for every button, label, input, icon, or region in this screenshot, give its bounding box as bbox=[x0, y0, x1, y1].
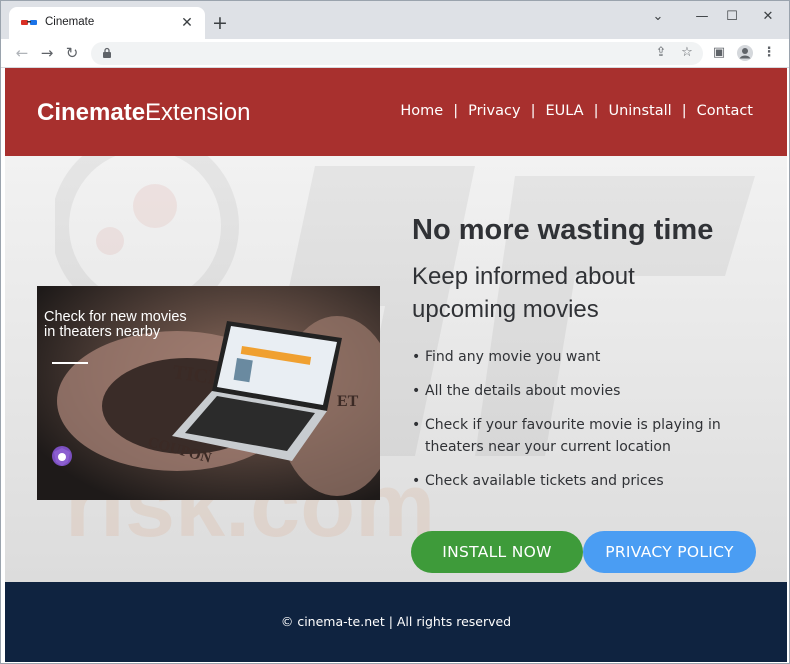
hero-section: risk.com TICKET COUPON ET Check for new … bbox=[5, 156, 787, 582]
site-header: CinemateExtension Home | Privacy | EULA | Unin… bbox=[5, 68, 787, 156]
profile-icon[interactable] bbox=[735, 43, 755, 63]
glasses-favicon-icon bbox=[21, 20, 37, 25]
star-icon[interactable]: ☆ bbox=[677, 43, 697, 63]
feature-item: Check available tickets and prices bbox=[412, 470, 752, 492]
sidepanel-icon[interactable]: ▣ bbox=[709, 43, 729, 63]
brand-bold: Cinemate bbox=[37, 99, 146, 126]
feature-item: Check if your favourite movie is playing… bbox=[412, 414, 752, 458]
new-tab-button[interactable]: + bbox=[208, 11, 232, 35]
nav-uninstall[interactable]: Uninstall bbox=[608, 103, 671, 119]
feature-list: Find any movie you want All the details … bbox=[412, 346, 752, 504]
feature-item: All the details about movies bbox=[412, 380, 752, 402]
browser-window: Cinemate ✕ + ⌄ — ☐ ✕ ← → ↻ ⇪ ☆ ▣ ⋮ Cinem… bbox=[0, 0, 790, 664]
nav-separator: | bbox=[453, 103, 459, 119]
site-footer: © cinema-te.net | All rights reserved bbox=[5, 582, 787, 662]
promo-caption: Check for new movies in theaters nearby bbox=[44, 309, 187, 340]
tab-close-icon[interactable]: ✕ bbox=[177, 13, 197, 33]
tab-title: Cinemate bbox=[45, 16, 95, 28]
nav-contact[interactable]: Contact bbox=[697, 103, 753, 119]
tab-search-icon[interactable]: ⌄ bbox=[643, 5, 673, 29]
lock-icon bbox=[103, 47, 111, 58]
feature-item: Find any movie you want bbox=[412, 346, 752, 368]
privacy-policy-button[interactable]: PRIVACY POLICY bbox=[583, 531, 756, 573]
svg-text:ET: ET bbox=[337, 393, 359, 410]
nav-privacy[interactable]: Privacy bbox=[468, 103, 521, 119]
brand-regular: Extension bbox=[145, 99, 251, 126]
nav-home[interactable]: Home bbox=[400, 103, 443, 119]
install-now-button[interactable]: INSTALL NOW bbox=[411, 531, 583, 573]
site-logo[interactable]: CinemateExtension bbox=[37, 99, 250, 127]
share-icon[interactable]: ⇪ bbox=[651, 43, 671, 63]
back-icon[interactable]: ← bbox=[11, 42, 33, 64]
hero-subtitle: Keep informed about upcoming movies bbox=[412, 263, 635, 323]
minimize-button[interactable]: — bbox=[687, 5, 717, 29]
footer-copyright: © cinema-te.net | All rights reserved bbox=[280, 614, 512, 629]
close-window-button[interactable]: ✕ bbox=[753, 5, 783, 29]
nav-separator: | bbox=[530, 103, 536, 119]
tab-strip: Cinemate ✕ + ⌄ — ☐ ✕ bbox=[1, 1, 789, 39]
nav-separator: | bbox=[593, 103, 599, 119]
menu-icon[interactable]: ⋮ bbox=[759, 43, 779, 63]
nav-eula[interactable]: EULA bbox=[545, 103, 583, 119]
promo-image: TICKET COUPON ET Check for new movies in… bbox=[37, 286, 380, 500]
forward-icon[interactable]: → bbox=[36, 42, 58, 64]
address-bar[interactable] bbox=[91, 42, 703, 65]
site-nav: Home | Privacy | EULA | Uninstall | Contact bbox=[400, 103, 753, 119]
reload-icon[interactable]: ↻ bbox=[61, 42, 83, 64]
nav-separator: | bbox=[681, 103, 687, 119]
browser-toolbar: ← → ↻ ⇪ ☆ ▣ ⋮ bbox=[1, 39, 789, 68]
promo-underline bbox=[52, 362, 88, 364]
tab-cinemate[interactable]: Cinemate ✕ bbox=[9, 7, 205, 39]
hero-title: No more wasting time bbox=[412, 214, 714, 246]
maximize-button[interactable]: ☐ bbox=[717, 5, 747, 29]
web-page: CinemateExtension Home | Privacy | EULA | Unin… bbox=[5, 68, 787, 662]
